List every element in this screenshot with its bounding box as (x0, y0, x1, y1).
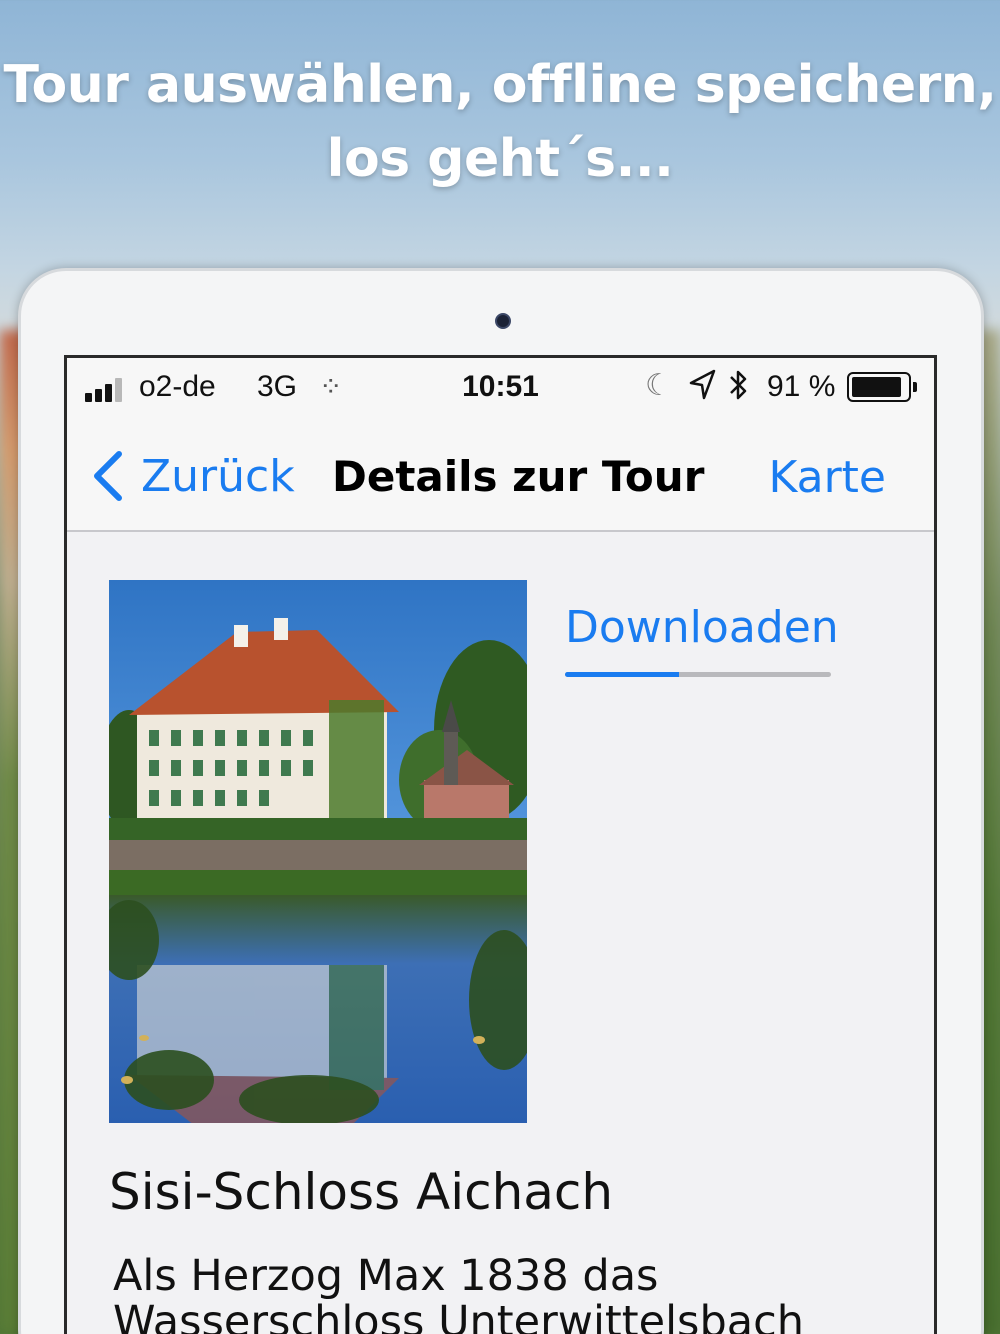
promo-headline: Tour auswählen, offline speichern, los g… (0, 48, 1000, 196)
promo-headline-line1: Tour auswählen, offline speichern, (3, 55, 997, 115)
battery-percent: 91 % (767, 370, 836, 403)
map-button[interactable]: Karte (769, 452, 886, 503)
device-screen: o2-de 3G ⁘ 10:51 ☾ 91 % Zurück Details z… (64, 355, 937, 1334)
promo-headline-line2: los geht´s... (326, 129, 674, 189)
download-progress-bar (565, 672, 831, 677)
battery-tip (913, 382, 917, 392)
tour-description: Als Herzog Max 1838 das Wasserschloss Un… (113, 1251, 804, 1334)
status-bar: o2-de 3G ⁘ 10:51 ☾ 91 % (67, 358, 934, 420)
tour-photo (109, 580, 527, 1123)
tour-title: Sisi-Schloss Aichach (109, 1163, 614, 1221)
front-camera (495, 313, 511, 329)
page-title: Details zur Tour (332, 452, 705, 501)
bluetooth-icon (727, 368, 751, 410)
do-not-disturb-icon: ☾ (645, 369, 672, 402)
chevron-left-icon (94, 451, 122, 501)
back-button[interactable]: Zurück (89, 448, 295, 504)
battery-icon (847, 372, 911, 402)
back-button-label: Zurück (141, 450, 295, 502)
navigation-bar: Zurück Details zur Tour Karte (67, 420, 934, 532)
location-arrow-icon (687, 368, 717, 410)
download-button[interactable]: Downloaden (565, 602, 839, 653)
download-progress-fill (565, 672, 680, 677)
